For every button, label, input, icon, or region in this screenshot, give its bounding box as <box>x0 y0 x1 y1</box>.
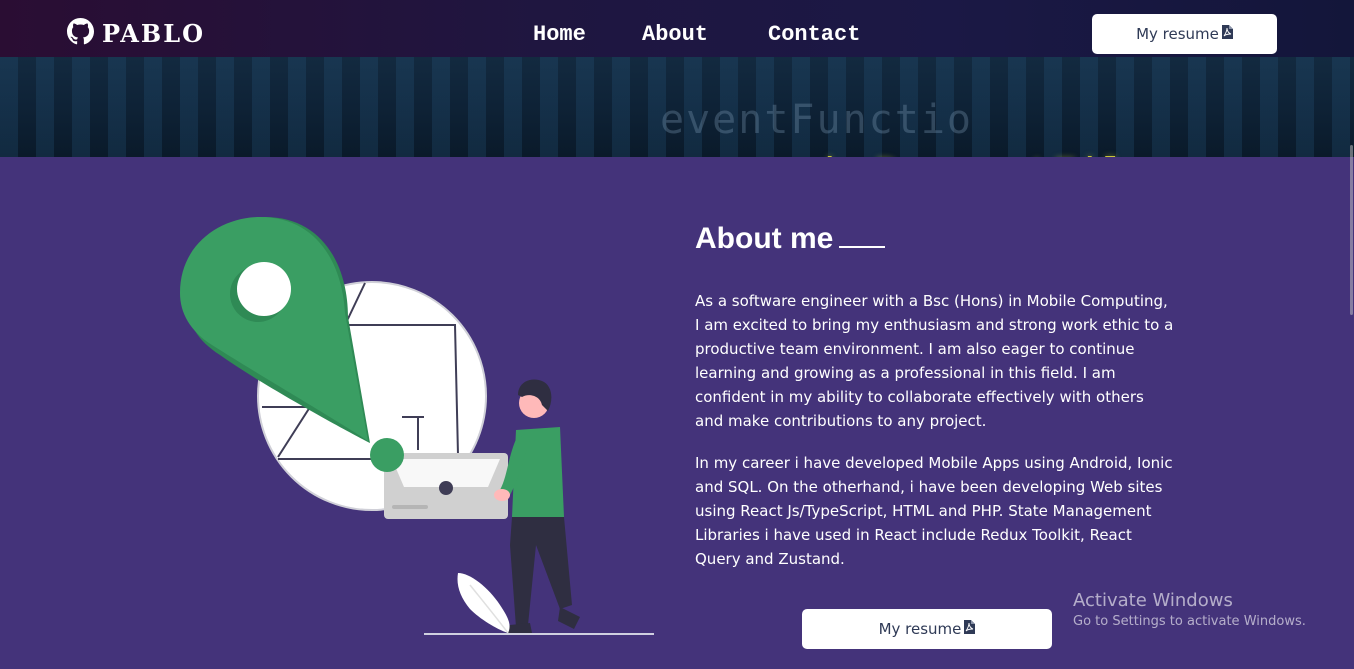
nav-link-about[interactable]: About <box>642 22 708 47</box>
header-banner: · ··· ···· ·· ····· ··· ···· ·· ··· even… <box>0 0 1354 157</box>
windows-activation-watermark: Activate Windows Go to Settings to activ… <box>1073 590 1306 629</box>
resume-button-about[interactable]: My resume <box>802 609 1052 649</box>
nav-link-home[interactable]: Home <box>533 22 586 47</box>
navbar: PABLO Home About Contact My resume <box>0 0 1354 57</box>
brand-name: PABLO <box>102 19 205 48</box>
laptop-dot <box>439 481 453 495</box>
code-background-image: · ··· ···· ·· ····· ··· ···· ·· ··· even… <box>0 57 1354 157</box>
resume-button-label: My resume <box>1136 25 1219 43</box>
scrollbar-thumb[interactable] <box>1350 145 1353 315</box>
resume-button-label: My resume <box>878 620 962 638</box>
pdf-icon <box>963 620 976 638</box>
about-title: About me <box>695 222 886 256</box>
about-paragraph-2: In my career i have developed Mobile App… <box>695 454 1173 568</box>
nav-link-contact[interactable]: Contact <box>768 22 860 47</box>
watermark-subtitle: Go to Settings to activate Windows. <box>1073 614 1306 629</box>
about-title-text: About me <box>695 222 834 255</box>
pin-hole <box>237 262 291 316</box>
laptop-bar <box>392 505 428 509</box>
about-paragraph-1: As a software engineer with a Bsc (Hons)… <box>695 292 1174 430</box>
github-icon <box>67 18 94 49</box>
watermark-title: Activate Windows <box>1073 590 1233 611</box>
code-text-main: maybeRequestFilesys <box>748 149 1228 157</box>
brand-link[interactable]: PABLO <box>67 18 205 49</box>
resume-button-header[interactable]: My resume <box>1092 14 1277 54</box>
title-underline <box>839 246 886 248</box>
page-scrollbar[interactable] <box>1348 0 1354 669</box>
green-dot <box>370 438 404 472</box>
code-text-top: eventFunctio <box>660 97 973 143</box>
about-illustration <box>180 217 654 635</box>
pdf-icon <box>1221 25 1233 43</box>
